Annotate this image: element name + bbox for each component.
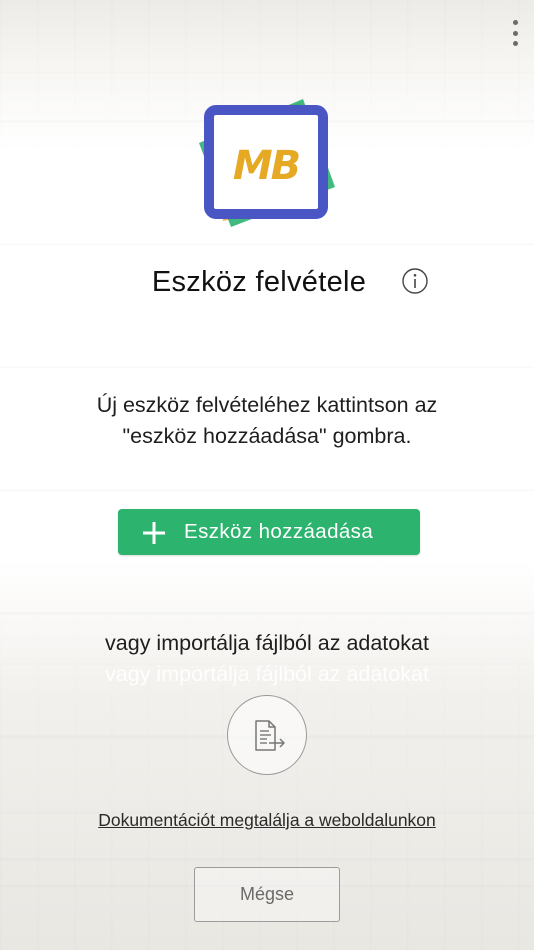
file-import-icon [255, 720, 285, 751]
more-vert-icon[interactable] [510, 20, 520, 46]
title-row: Eszköz felvétele [0, 266, 534, 299]
app-logo: MB [199, 99, 335, 227]
page-description: Új eszköz felvételéhez kattintson az "es… [0, 390, 534, 452]
documentation-link-row: Dokumentációt megtalálja a weboldalunkon [0, 810, 534, 831]
import-text-reflection: vagy importálja fájlból az adatokat [105, 662, 429, 686]
plus-icon [143, 522, 165, 544]
add-device-button[interactable]: Eszköz hozzáadása [118, 509, 420, 555]
import-file-button[interactable] [227, 695, 307, 775]
documentation-link[interactable]: Dokumentációt megtalálja a weboldalunkon [98, 810, 436, 830]
add-device-label: Eszköz hozzáadása [184, 520, 374, 543]
logo-text: MB [233, 143, 299, 189]
menu-dot [512, 41, 518, 46]
menu-dot [512, 30, 518, 36]
import-text: vagy importálja fájlból az adatokat [105, 631, 429, 655]
description-line-1: Új eszköz felvételéhez kattintson az [96, 393, 438, 417]
info-icon[interactable] [401, 267, 429, 295]
cancel-button[interactable]: Mégse [194, 867, 340, 922]
menu-dot [512, 20, 518, 25]
description-line-2: "eszköz hozzáadása" gombra. [122, 424, 412, 448]
page-title: Eszköz felvétele [151, 266, 367, 298]
